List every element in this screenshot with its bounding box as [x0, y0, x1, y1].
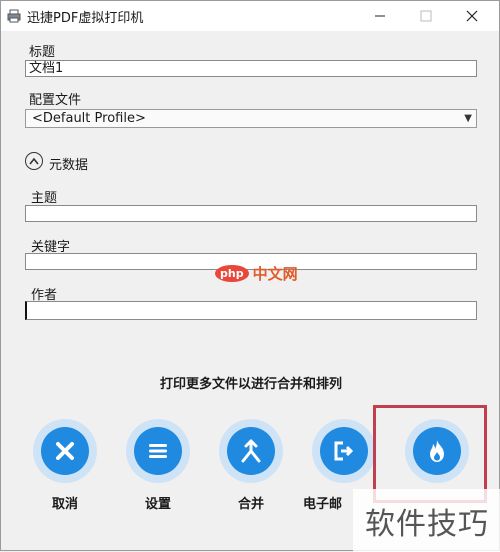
merge-icon [241, 439, 261, 463]
merge-label: 合并 [237, 497, 264, 512]
settings-label: 设置 [144, 497, 171, 512]
maximize-icon [420, 10, 432, 22]
minimize-icon [375, 15, 385, 17]
merge-button[interactable] [219, 419, 283, 483]
metadata-section-title: 元数据 [49, 158, 89, 173]
title-input[interactable]: 文档1 [25, 60, 477, 77]
minimize-button[interactable] [357, 1, 403, 31]
settings-button[interactable] [126, 419, 190, 483]
maximize-button[interactable] [403, 1, 449, 31]
close-button[interactable] [449, 1, 495, 31]
profile-selected-value: <Default Profile> [32, 111, 146, 126]
subject-input[interactable] [25, 205, 477, 222]
author-input[interactable] [25, 301, 477, 320]
watermark-center: php 中文网 [215, 263, 298, 284]
chevron-down-icon: ▼ [464, 113, 472, 124]
cancel-x-icon [56, 442, 74, 460]
watermark-corner: 软件技巧 [353, 489, 500, 552]
profile-select[interactable]: <Default Profile> ▼ [25, 109, 477, 128]
settings-list-icon [149, 444, 167, 458]
title-label: 标题 [29, 45, 56, 60]
email-button[interactable] [312, 419, 376, 483]
chevron-up-icon [29, 157, 39, 165]
subject-label: 主题 [31, 191, 58, 206]
merge-hint-text: 打印更多文件以进行合并和排列 [159, 377, 342, 392]
metadata-collapse-button[interactable] [25, 152, 43, 170]
window-title: 迅捷PDF虚拟打印机 [27, 11, 144, 26]
app-window: 迅捷PDF虚拟打印机 标题 文档1 配置文件 <Default Profile>… [0, 0, 500, 552]
profile-label: 配置文件 [29, 93, 82, 108]
title-bar: 迅捷PDF虚拟打印机 [1, 1, 499, 31]
close-icon [466, 10, 478, 22]
watermark-badge: php [215, 265, 249, 282]
cancel-button[interactable] [33, 419, 97, 483]
printer-icon [7, 9, 21, 23]
email-export-icon [334, 441, 354, 461]
watermark-text: 中文网 [252, 265, 298, 283]
cancel-label: 取消 [51, 497, 78, 512]
